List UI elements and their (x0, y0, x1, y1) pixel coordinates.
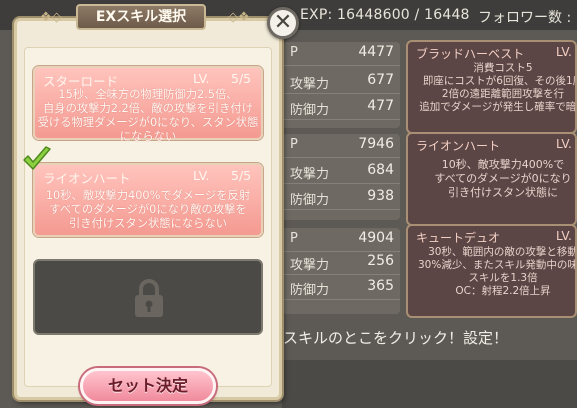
skill-description: 30秒、範囲内の敵の攻撃と移動 30%減少、またスキル発動中の味方 スキルを1.… (418, 246, 577, 297)
skill-name: キュートデュオ (416, 231, 501, 245)
skill-lv: LV. (556, 45, 572, 59)
stat-value: 7946 (358, 136, 394, 152)
unit-stats-1: P 4477 攻撃力 677 防御力 477 (282, 42, 400, 128)
skill-description: 消費コスト5 即座にコストが6回復、その後1度 2倍の遠距離範囲攻撃を行 追加で… (419, 62, 577, 113)
skill-lv-label: LV. (193, 168, 210, 183)
follower-count: フォロワー数 : (478, 10, 572, 26)
set-confirm-button[interactable]: セット決定 (80, 368, 216, 404)
skill-lv-label: LV. (193, 71, 210, 86)
unit-stats-3: P 4904 攻撃力 256 防御力 365 (282, 228, 400, 314)
skill-description: 10秒、敵攻撃力400%でダメージを反射 すべてのダメージが0になり敵の攻撃を … (45, 189, 251, 230)
stat-label: 攻撃力 (290, 167, 330, 182)
close-icon: ✕ (273, 10, 293, 35)
skill-name: ブラッドハーベスト (416, 47, 525, 61)
lock-icon (135, 279, 163, 317)
stat-label: 防御力 (290, 193, 330, 208)
title-ornament-right: ◇❖ (228, 10, 250, 25)
dialog-title: EXスキル選択 (76, 4, 206, 30)
bottom-strip (282, 360, 577, 408)
unit-stats-2: P 7946 攻撃力 684 防御力 938 (282, 134, 400, 220)
stat-label: 攻撃力 (290, 258, 330, 273)
title-ornament-left: ❖◇ (40, 10, 62, 25)
skill-level: 5/5 (231, 168, 252, 183)
skill-description: 10秒、敵攻撃力400%で すべてのダメージが0になり 引き付けスタン状態に (434, 158, 572, 199)
skill-name: ライオンハート (43, 171, 131, 186)
locked-skill-slot (33, 259, 263, 335)
stat-label: P (290, 231, 298, 246)
stat-value: 938 (367, 188, 394, 204)
stat-label: P (290, 137, 298, 152)
stat-value: 256 (367, 253, 394, 269)
skill-level: 5/5 (231, 71, 252, 86)
background-skill-card[interactable]: ライオンハート LV. 10秒、敵攻撃力400%で すべてのダメージが0になり … (406, 132, 577, 226)
close-button[interactable]: ✕ (267, 7, 299, 39)
skill-name: ライオンハート (416, 139, 501, 153)
instruction-text: スキルのとこをクリック！設定！ (283, 329, 509, 347)
skill-description: 15秒、全味方の物理防御力2.5倍、 自身の攻撃力2.2倍、敵の攻撃を引き付け … (37, 88, 259, 143)
stat-value: 677 (367, 72, 394, 88)
stat-label: P (290, 45, 298, 60)
stat-label: 防御力 (290, 283, 330, 298)
stat-label: 防御力 (290, 103, 330, 118)
background-skill-card[interactable]: ブラッドハーベスト LV. 消費コスト5 即座にコストが6回復、その後1度 2倍… (406, 40, 577, 134)
background-skill-card[interactable]: キュートデュオ LV. 30秒、範囲内の敵の攻撃と移動 30%減少、またスキル発… (406, 224, 577, 318)
stat-value: 684 (367, 162, 394, 178)
stat-value: 365 (367, 278, 394, 294)
selected-skill-slot-2[interactable]: ライオンハート LV. 5/5 10秒、敵攻撃力400%でダメージを反射 すべて… (33, 163, 263, 237)
checkmark-icon (23, 146, 51, 170)
skill-lv: LV. (556, 137, 572, 151)
stat-value: 477 (367, 98, 394, 114)
skill-lv: LV. (556, 229, 572, 243)
stat-value: 4904 (358, 230, 394, 246)
exp-readout: EXP: 16448600 / 16448 (300, 7, 470, 23)
stat-label: 攻撃力 (290, 77, 330, 92)
selected-skill-slot-1[interactable]: スターロード LV. 5/5 15秒、全味方の物理防御力2.5倍、 自身の攻撃力… (33, 66, 263, 143)
stat-value: 4477 (358, 44, 394, 60)
